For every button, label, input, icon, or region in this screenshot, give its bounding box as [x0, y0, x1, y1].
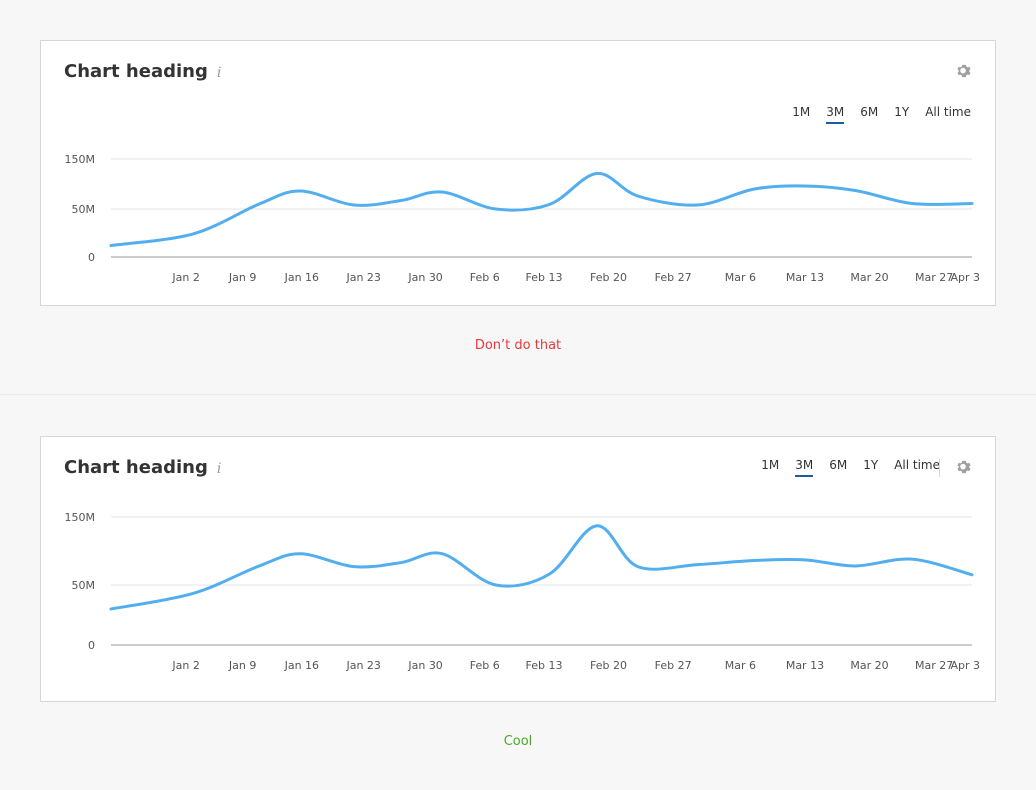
x-tick-label: Jan 16: [284, 659, 319, 672]
line-chart: 0 50M 150M Jan 2 Jan 9 Jan 16 Jan 23 Jan 30 Feb …: [65, 511, 981, 672]
y-tick-label: 50M: [72, 579, 96, 592]
x-tick-label: Mar 13: [786, 659, 824, 672]
x-tick-label: Apr 3: [950, 271, 980, 284]
x-tick-label: Feb 13: [525, 659, 562, 672]
y-tick-label: 150M: [65, 153, 96, 166]
x-tick-label: Mar 13: [786, 271, 824, 284]
chart-card-good: Chart heading i 1M 3M 6M 1Y All time 0 50…: [40, 436, 996, 702]
x-tick-label: Mar 20: [850, 659, 888, 672]
x-tick-label: Feb 20: [590, 271, 627, 284]
x-tick-label: Mar 27: [915, 659, 953, 672]
y-tick-label: 0: [88, 251, 95, 264]
x-tick-label: Feb 20: [590, 659, 627, 672]
x-tick-label: Jan 9: [228, 659, 256, 672]
x-tick-label: Mar 20: [850, 271, 888, 284]
x-tick-label: Jan 16: [284, 271, 319, 284]
y-tick-label: 0: [88, 639, 95, 652]
line-chart: 0 50M 150M Jan 2 Jan 9 Jan 16 Jan 23 Jan 30 Feb …: [65, 153, 981, 284]
x-tick-label: Feb 6: [470, 659, 500, 672]
x-tick-label: Apr 3: [950, 659, 980, 672]
y-tick-label: 50M: [72, 203, 96, 216]
series-line: [109, 524, 974, 611]
x-tick-label: Jan 30: [407, 659, 442, 672]
x-tick-label: Feb 27: [655, 271, 692, 284]
caption-bad: Don’t do that: [474, 338, 562, 353]
x-tick-label: Jan 2: [171, 271, 199, 284]
x-tick-label: Jan 23: [345, 271, 380, 284]
chart-card-bad: Chart heading i 1M 3M 6M 1Y All time 0 50…: [40, 40, 996, 306]
x-tick-label: Mar 6: [725, 271, 756, 284]
x-tick-label: Feb 6: [470, 271, 500, 284]
x-tick-label: Mar 6: [725, 659, 756, 672]
x-tick-label: Jan 23: [345, 659, 380, 672]
y-tick-label: 150M: [65, 511, 96, 524]
x-tick-label: Jan 9: [228, 271, 256, 284]
x-tick-label: Feb 27: [655, 659, 692, 672]
x-tick-label: Jan 30: [407, 271, 442, 284]
x-tick-label: Jan 2: [171, 659, 199, 672]
x-tick-label: Feb 13: [525, 271, 562, 284]
x-tick-label: Mar 27: [915, 271, 953, 284]
caption-good: Cool: [503, 734, 533, 749]
